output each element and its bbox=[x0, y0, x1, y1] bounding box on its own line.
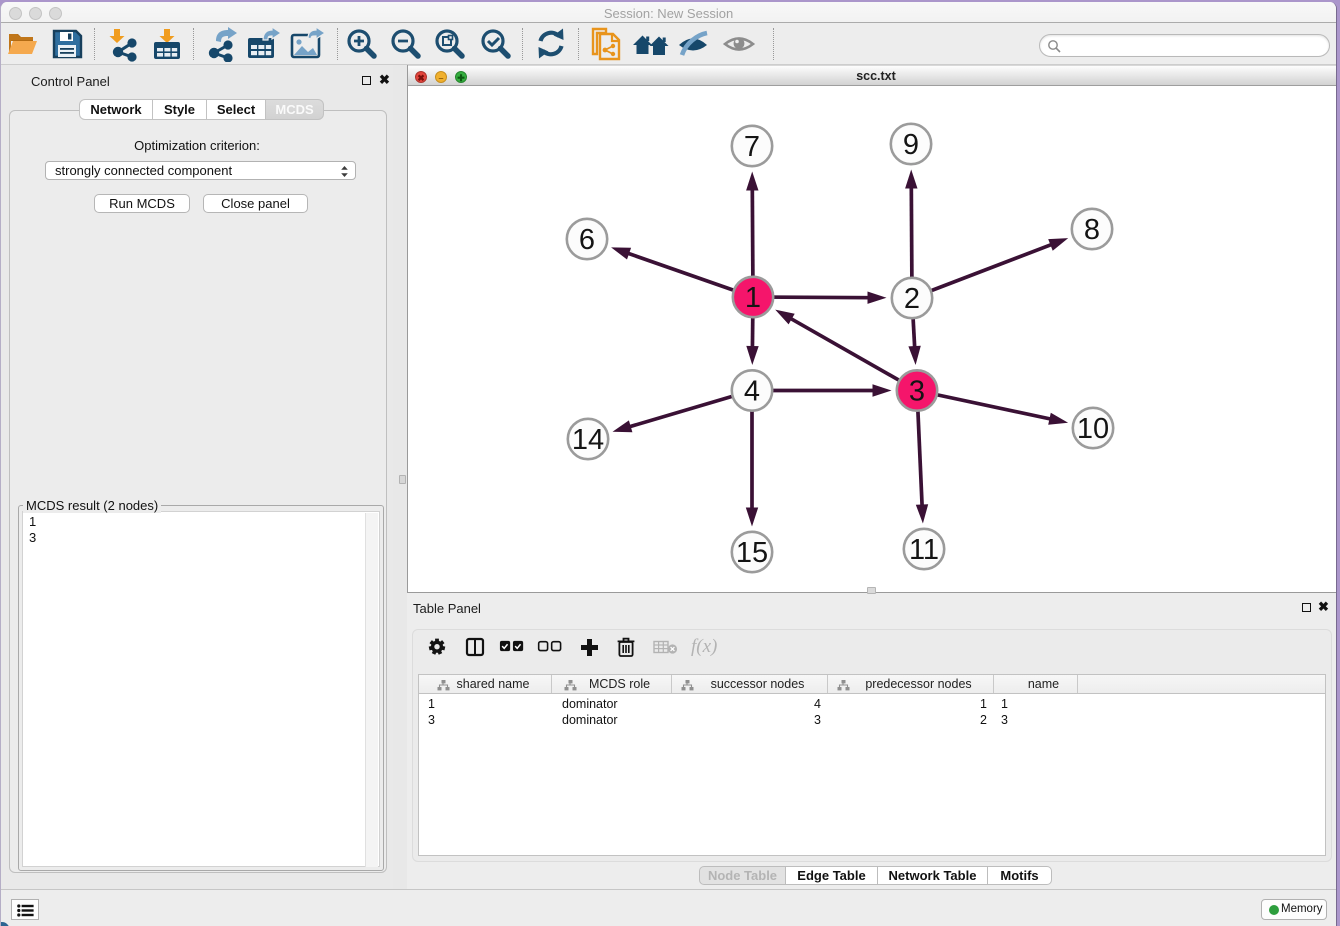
svg-text:3: 3 bbox=[909, 376, 925, 408]
svg-text:14: 14 bbox=[572, 424, 604, 456]
svg-text:8: 8 bbox=[1084, 214, 1100, 246]
svg-text:10: 10 bbox=[1077, 413, 1109, 445]
svg-text:9: 9 bbox=[903, 129, 919, 161]
svg-text:11: 11 bbox=[909, 534, 939, 566]
svg-text:6: 6 bbox=[579, 224, 595, 256]
svg-text:7: 7 bbox=[744, 131, 760, 163]
svg-text:2: 2 bbox=[904, 283, 920, 315]
svg-text:1: 1 bbox=[745, 282, 761, 314]
svg-text:15: 15 bbox=[736, 537, 768, 569]
svg-text:4: 4 bbox=[744, 376, 760, 408]
